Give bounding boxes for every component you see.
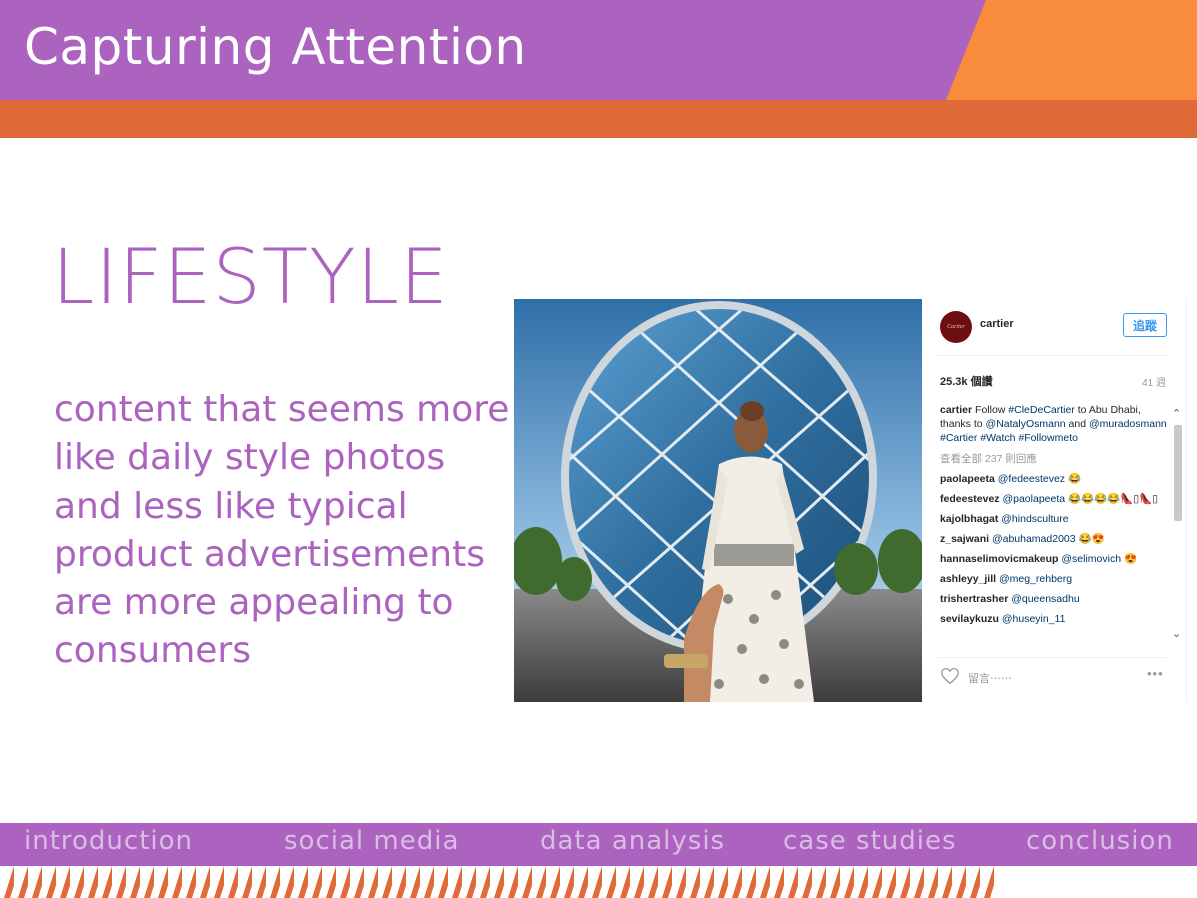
comment-row: hannaselimovicmakeup @selimovich 😍 <box>940 552 1168 566</box>
caption-text: Follow #CleDeCartier to Abu Dhabi, thank… <box>940 404 1167 444</box>
comment-user[interactable]: sevilaykuzu <box>940 613 999 625</box>
caption-link[interactable]: #Followmeto <box>1018 432 1078 444</box>
comment-row: paolapeeta @fedeestevez 😂 <box>940 472 1168 486</box>
slide-title: Capturing Attention <box>24 18 527 76</box>
comment-user[interactable]: trishertrasher <box>940 593 1008 605</box>
comment-row: z_sajwani @abuhamad2003 😂😍 <box>940 532 1168 546</box>
comment-user[interactable]: paolapeeta <box>940 473 995 485</box>
post-sidebar: Cartier cartier 追蹤 25.3k 個讚 41 週 cartier… <box>922 299 1187 702</box>
comment-emoji: 😂😍 <box>1075 533 1105 545</box>
scroll-thumb[interactable] <box>1174 425 1182 521</box>
comment-emoji: 😍 <box>1121 553 1138 565</box>
view-all-comments-link[interactable]: 查看全部 237 則回應 <box>940 452 1168 466</box>
footer-hatch-pattern <box>0 866 1000 898</box>
comment-mention[interactable]: @selimovich <box>1058 553 1121 565</box>
caption-link[interactable]: @NatalyOsmann <box>986 418 1066 430</box>
scroll-down-icon[interactable]: ⌄ <box>1172 627 1181 640</box>
caption-user[interactable]: cartier <box>940 404 972 416</box>
view-count: 25.3k 個讚 <box>940 376 993 388</box>
divider <box>938 355 1167 356</box>
comment-user[interactable]: kajolbhagat <box>940 513 998 525</box>
comment-list[interactable]: cartier Follow #CleDeCartier to Abu Dhab… <box>940 403 1168 651</box>
nav-item-introduction[interactable]: introduction <box>24 826 193 856</box>
caption-link[interactable]: #CleDeCartier <box>1008 404 1075 416</box>
comment-user[interactable]: z_sajwani <box>940 533 989 545</box>
comment-user[interactable]: hannaselimovicmakeup <box>940 553 1058 565</box>
nav-item-conclusion[interactable]: conclusion <box>1026 826 1174 856</box>
comment-row: fedeestevez @paolapeeta 😂😂😂😂👠▯👠▯ <box>940 492 1168 506</box>
comment-user[interactable]: ashleyy_jill <box>940 573 996 585</box>
comment-emoji: 😂 <box>1065 473 1082 485</box>
scroll-up-icon[interactable]: ⌃ <box>1172 407 1181 420</box>
comment-mention[interactable]: @hindsculture <box>998 513 1068 525</box>
nav-item-case-studies[interactable]: case studies <box>783 826 957 856</box>
comment-row: sevilaykuzu @huseyin_11 <box>940 612 1168 626</box>
nav-item-social-media[interactable]: social media <box>284 826 459 856</box>
comment-emoji: 😂😂😂😂👠▯👠▯ <box>1065 493 1159 505</box>
post-age: 41 週 <box>1142 378 1166 389</box>
caption-link[interactable]: @muradosmann <box>1089 418 1167 430</box>
caption-segment: Follow <box>975 404 1009 416</box>
comment-mention[interactable]: @meg_rehberg <box>996 573 1072 585</box>
body-text: content that seems more like daily style… <box>54 389 510 672</box>
header-stripe <box>0 100 1197 138</box>
avatar-logo-text: Cartier <box>947 324 965 330</box>
instagram-post: Cartier cartier 追蹤 25.3k 個讚 41 週 cartier… <box>514 299 1187 702</box>
caption: cartier Follow #CleDeCartier to Abu Dhab… <box>940 403 1168 445</box>
comment-mention[interactable]: @abuhamad2003 <box>989 533 1076 545</box>
comment-mention[interactable]: @paolapeeta <box>1000 493 1065 505</box>
comment-user[interactable]: fedeestevez <box>940 493 1000 505</box>
comment-mention[interactable]: @fedeestevez <box>995 473 1065 485</box>
comments-scrollbar[interactable]: ⌃ ⌄ <box>1170 403 1184 651</box>
comment-rows: paolapeeta @fedeestevez 😂 fedeestevez @pa… <box>940 472 1168 626</box>
divider <box>938 657 1167 658</box>
avatar[interactable]: Cartier <box>940 311 972 343</box>
section-heading: LIFESTYLE <box>52 232 449 321</box>
follow-button[interactable]: 追蹤 <box>1123 313 1167 337</box>
username[interactable]: cartier <box>980 318 1014 330</box>
heart-icon[interactable] <box>940 667 960 685</box>
more-options-icon[interactable]: ••• <box>1147 666 1164 681</box>
nav-item-data-analysis[interactable]: data analysis <box>540 826 725 856</box>
caption-segment: and <box>1065 418 1089 430</box>
comment-row: ashleyy_jill @meg_rehberg <box>940 572 1168 586</box>
comment-mention[interactable]: @queensadhu <box>1008 593 1079 605</box>
post-photo <box>514 299 922 702</box>
comment-input[interactable]: 留言⋯⋯ <box>968 670 1012 686</box>
comment-row: trishertrasher @queensadhu <box>940 592 1168 606</box>
comment-row: kajolbhagat @hindsculture <box>940 512 1168 526</box>
caption-link[interactable]: #Watch <box>980 432 1015 444</box>
comment-mention[interactable]: @huseyin_11 <box>999 613 1066 625</box>
caption-link[interactable]: #Cartier <box>940 432 977 444</box>
